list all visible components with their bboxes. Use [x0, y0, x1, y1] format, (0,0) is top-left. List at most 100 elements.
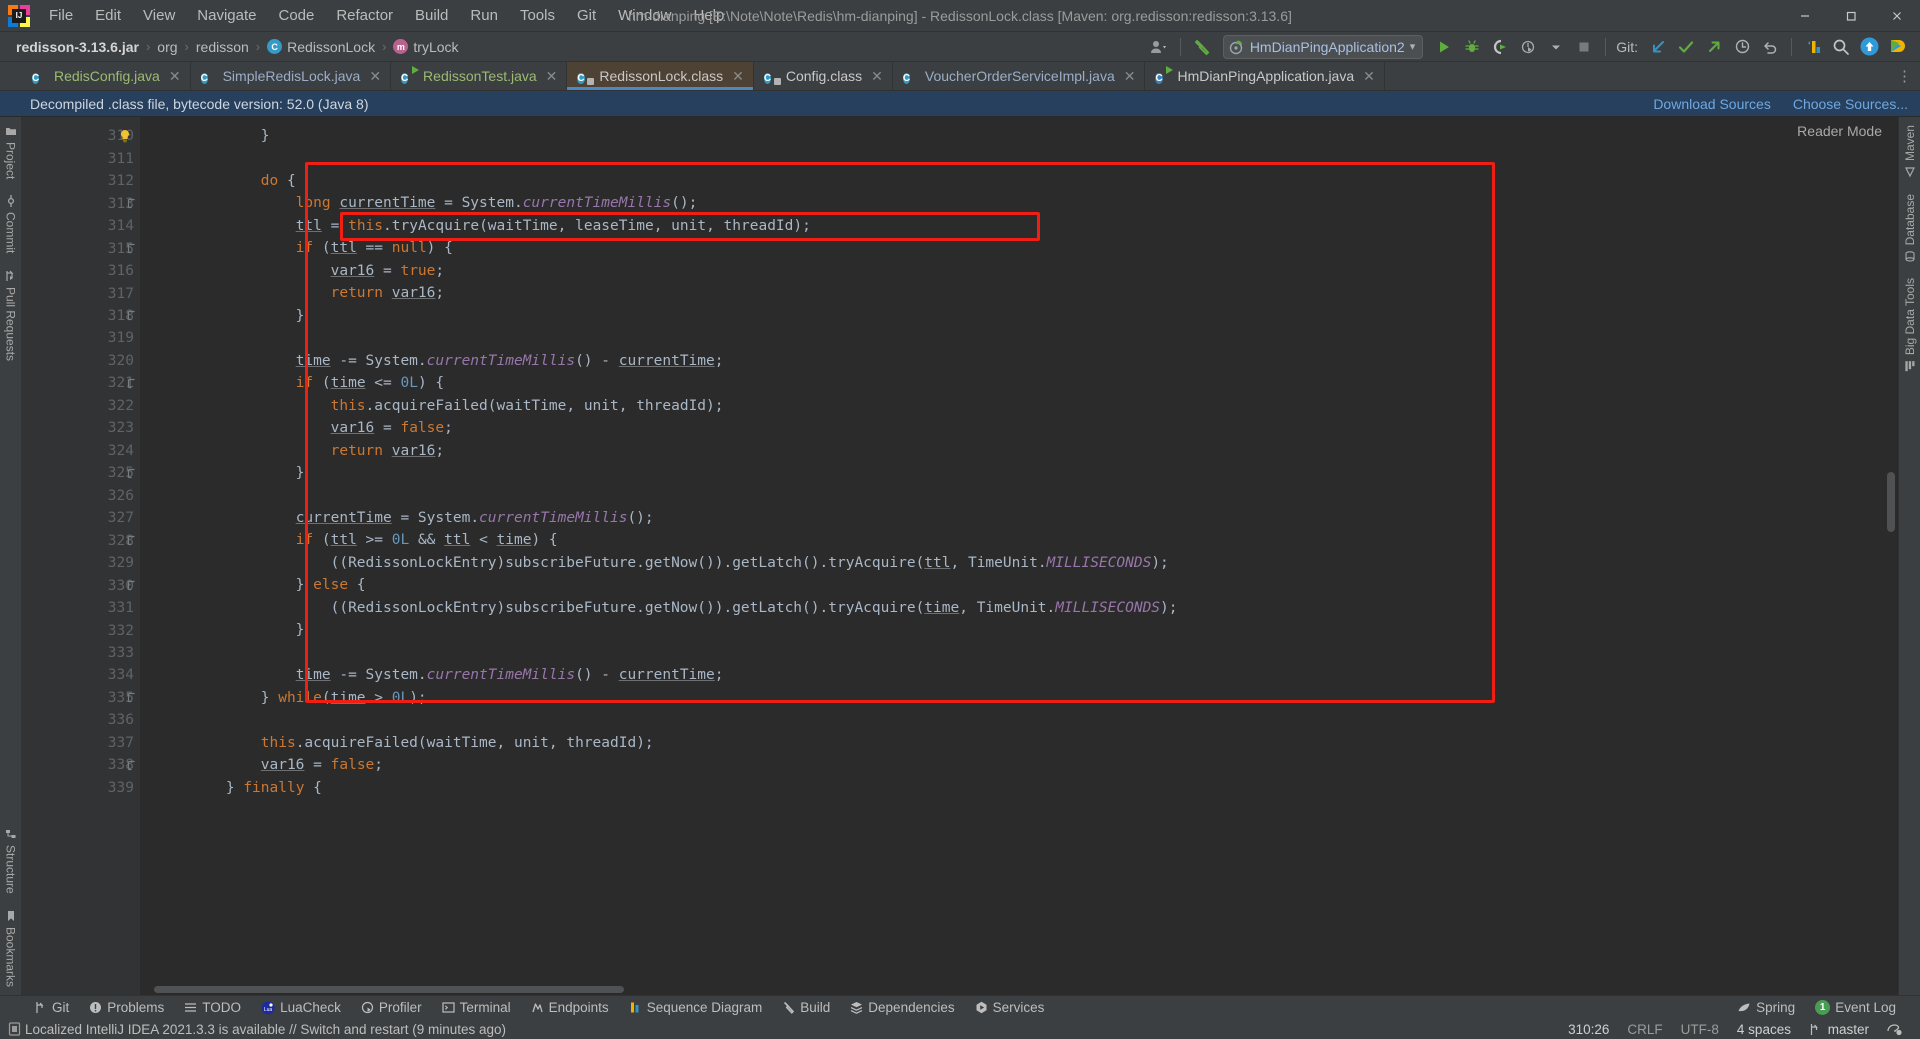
run-icon[interactable]: [1431, 35, 1457, 59]
bottom-tool-event-log[interactable]: 1 Event Log: [1805, 998, 1906, 1017]
code-fold-icon[interactable]: [126, 535, 137, 546]
sidebar-item-commit[interactable]: Commit: [4, 187, 18, 261]
bottom-tool-todo[interactable]: TODO: [174, 998, 251, 1017]
menu-edit[interactable]: Edit: [84, 3, 132, 28]
search-everywhere-icon[interactable]: [1828, 35, 1854, 59]
bottom-tool-dependencies[interactable]: Dependencies: [840, 998, 964, 1017]
intention-bulb-icon[interactable]: [118, 129, 132, 143]
menu-tools[interactable]: Tools: [509, 3, 566, 28]
gutter-line[interactable]: 313: [22, 192, 140, 214]
gutter-line[interactable]: 333: [22, 642, 140, 664]
caret-position[interactable]: 310:26: [1559, 1022, 1618, 1037]
choose-sources-link[interactable]: Choose Sources...: [1793, 96, 1908, 112]
sidebar-item-big-data-tools[interactable]: Big Data Tools: [1903, 270, 1917, 380]
ide-features-icon[interactable]: [1884, 35, 1910, 59]
tab-hmdianpingapplication-java[interactable]: C HmDianPingApplication.java ✕: [1145, 62, 1385, 90]
sidebar-item-database[interactable]: Database: [1903, 186, 1917, 270]
bottom-tool-sequence-diagram[interactable]: Sequence Diagram: [619, 998, 773, 1017]
code-fold-icon[interactable]: [126, 310, 137, 321]
editor-gutter[interactable]: 310 311 312 313 314 315 316 317 318 319 320 321 322 3…: [22, 117, 140, 995]
bottom-tool-endpoints[interactable]: Endpoints: [521, 998, 619, 1017]
debug-icon[interactable]: [1459, 35, 1485, 59]
gutter-line[interactable]: 317: [22, 282, 140, 304]
bottom-tool-profiler[interactable]: Profiler: [351, 998, 432, 1017]
tabs-overflow-icon[interactable]: ⋮: [1897, 62, 1920, 90]
build-hammer-icon[interactable]: [1189, 35, 1215, 59]
menu-file[interactable]: File: [38, 3, 84, 28]
breadcrumb-class[interactable]: C RedissonLock: [267, 39, 375, 55]
git-push-icon[interactable]: [1701, 35, 1727, 59]
tab-voucherorderserviceimpl-java[interactable]: C VoucherOrderServiceImpl.java ✕: [893, 62, 1146, 90]
menu-window[interactable]: Window: [607, 3, 682, 28]
gutter-line[interactable]: 322: [22, 395, 140, 417]
menu-help[interactable]: Help: [683, 3, 736, 28]
menu-run[interactable]: Run: [459, 3, 509, 28]
gutter-line[interactable]: 335: [22, 687, 140, 709]
settings-account-icon[interactable]: [1146, 35, 1172, 59]
gutter-line[interactable]: 332: [22, 619, 140, 641]
bookmark-stripe-icon[interactable]: [1800, 35, 1826, 59]
gutter-line[interactable]: 323: [22, 417, 140, 439]
editor-scrollbar-horizontal[interactable]: [140, 984, 1884, 995]
gutter-line[interactable]: 336: [22, 709, 140, 731]
gutter-line[interactable]: 320: [22, 350, 140, 372]
tab-redisconfig-java[interactable]: C RedisConfig.java ✕: [22, 62, 191, 90]
gutter-line[interactable]: 316: [22, 260, 140, 282]
tab-redissonlock-class[interactable]: C RedissonLock.class ✕: [567, 62, 754, 90]
gutter-line[interactable]: 311: [22, 147, 140, 169]
tab-close-icon[interactable]: ✕: [732, 68, 744, 85]
code-fold-icon[interactable]: [126, 760, 137, 771]
maximize-button[interactable]: [1828, 0, 1874, 32]
tab-close-icon[interactable]: ✕: [169, 68, 181, 85]
menu-code[interactable]: Code: [267, 3, 325, 28]
tab-close-icon[interactable]: ✕: [369, 68, 381, 85]
close-button[interactable]: [1874, 0, 1920, 32]
tab-config-class[interactable]: C Config.class ✕: [754, 62, 893, 90]
breadcrumb-jar[interactable]: redisson-3.13.6.jar: [16, 39, 139, 55]
git-commit-icon[interactable]: [1673, 35, 1699, 59]
profiler-dropdown-icon[interactable]: [1543, 35, 1569, 59]
sidebar-item-project[interactable]: Project: [4, 117, 18, 187]
scrollbar-thumb-horizontal[interactable]: [154, 986, 624, 993]
code-fold-icon[interactable]: [126, 580, 137, 591]
menu-refactor[interactable]: Refactor: [325, 3, 404, 28]
file-encoding[interactable]: UTF-8: [1672, 1022, 1728, 1037]
menu-view[interactable]: View: [132, 3, 186, 28]
git-rollback-icon[interactable]: [1757, 35, 1783, 59]
sidebar-item-bookmarks[interactable]: Bookmarks: [4, 902, 18, 995]
breadcrumb-method[interactable]: m tryLock: [393, 39, 459, 55]
minimize-button[interactable]: [1782, 0, 1828, 32]
gutter-line[interactable]: 324: [22, 440, 140, 462]
line-separator[interactable]: CRLF: [1618, 1022, 1671, 1037]
breadcrumb-org[interactable]: org: [157, 39, 177, 55]
sidebar-item-maven[interactable]: Maven: [1903, 117, 1917, 186]
code-fold-icon[interactable]: [126, 198, 137, 209]
gutter-line[interactable]: 339: [22, 777, 140, 799]
gutter-line[interactable]: 321: [22, 372, 140, 394]
tab-redissontest-java[interactable]: C RedissonTest.java ✕: [391, 62, 568, 90]
run-configuration-selector[interactable]: HmDianPingApplication2 ▾: [1222, 34, 1424, 59]
bottom-tool-git[interactable]: Git: [24, 998, 79, 1017]
tab-close-icon[interactable]: ✕: [546, 68, 558, 85]
bottom-tool-build[interactable]: Build: [772, 998, 840, 1017]
bottom-tool-spring[interactable]: Spring: [1727, 998, 1805, 1017]
menu-build[interactable]: Build: [404, 3, 459, 28]
gutter-line[interactable]: 327: [22, 507, 140, 529]
profiler-icon[interactable]: [1515, 35, 1541, 59]
scrollbar-thumb[interactable]: [1887, 472, 1895, 532]
gutter-line[interactable]: 314: [22, 215, 140, 237]
indent-setting[interactable]: 4 spaces: [1728, 1022, 1800, 1037]
code-fold-icon[interactable]: [126, 378, 137, 389]
git-update-icon[interactable]: [1645, 35, 1671, 59]
status-message[interactable]: Localized IntelliJ IDEA 2021.3.3 is avai…: [25, 1022, 506, 1037]
editor-scrollbar-vertical[interactable]: [1884, 117, 1898, 995]
gutter-line[interactable]: 338: [22, 754, 140, 776]
bottom-tool-terminal[interactable]: Terminal: [432, 998, 521, 1017]
run-coverage-icon[interactable]: [1487, 35, 1513, 59]
tab-close-icon[interactable]: ✕: [871, 68, 883, 85]
tab-close-icon[interactable]: ✕: [1124, 68, 1136, 85]
code-fold-icon[interactable]: [126, 692, 137, 703]
update-available-icon[interactable]: [1856, 35, 1882, 59]
ide-notification-icon[interactable]: [8, 1022, 21, 1036]
gutter-line[interactable]: 330: [22, 574, 140, 596]
